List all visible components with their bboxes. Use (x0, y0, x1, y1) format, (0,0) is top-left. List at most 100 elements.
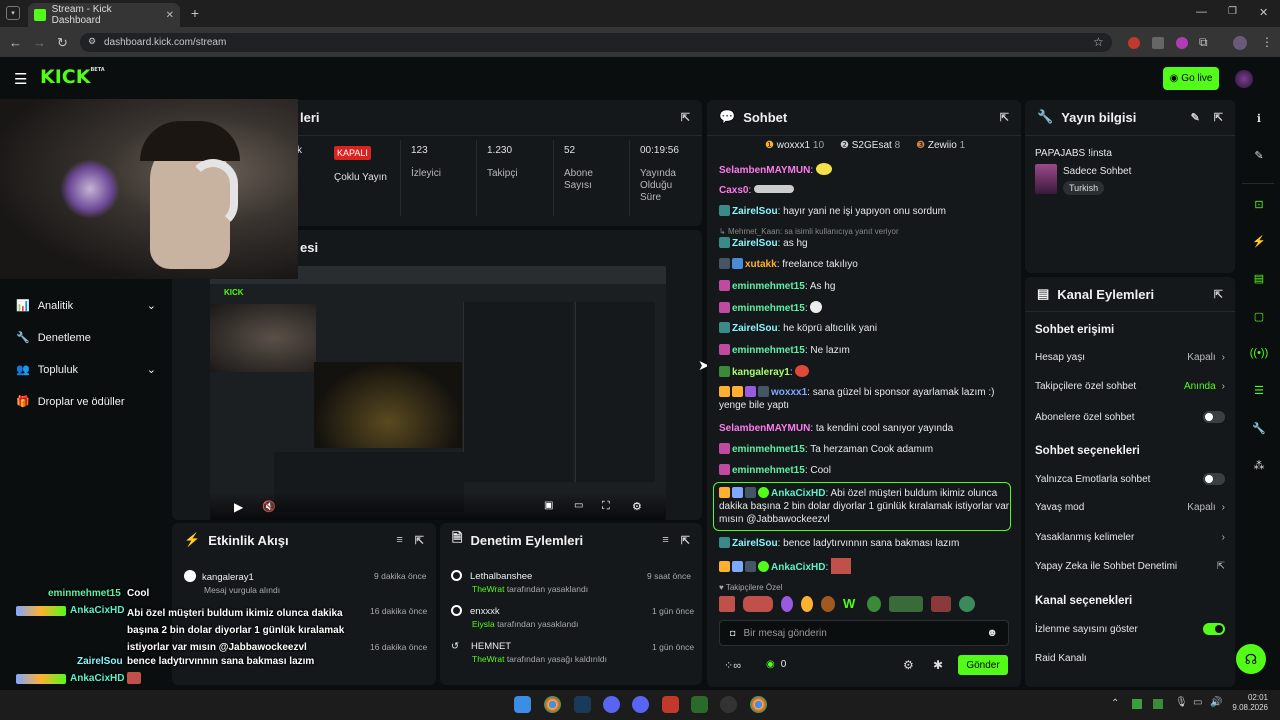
mod-tools-icon[interactable]: ✱ (933, 658, 943, 672)
go-live-button[interactable]: ◉ Go live (1163, 67, 1219, 90)
emote[interactable] (959, 596, 975, 612)
discord-icon[interactable] (603, 696, 620, 713)
chat-message[interactable]: kangaleray1: (719, 365, 810, 379)
emote[interactable] (889, 596, 923, 612)
toggle-switch[interactable] (1203, 623, 1225, 635)
extension-icon[interactable] (1152, 37, 1164, 49)
kick-w-emote[interactable]: W (843, 596, 859, 612)
emote[interactable] (931, 596, 951, 612)
xbox-icon[interactable] (691, 696, 708, 713)
popout-icon[interactable]: ⇱ (1214, 288, 1223, 301)
clock[interactable]: 02:01 9.08.2026 (1232, 693, 1268, 713)
maximize-icon[interactable]: ❐ (1228, 6, 1237, 17)
emote-bar[interactable]: W (719, 596, 1009, 612)
emote[interactable] (719, 596, 735, 612)
theater-mode-icon[interactable]: ▭ (574, 500, 583, 511)
url-input[interactable]: dashboard.kick.com/stream (80, 33, 1112, 52)
channel-points[interactable]: ◉ 0 (766, 659, 786, 670)
apps-icon[interactable]: ⁂ (1250, 456, 1268, 474)
chat-message[interactable]: woxxx1: sana güzel bi sponsor ayarlamak … (719, 386, 1009, 412)
pen-icon[interactable]: ✎ (1250, 146, 1268, 164)
volume-icon[interactable]: 🔊 (1210, 697, 1222, 708)
user-avatar[interactable] (1235, 70, 1253, 88)
profile-avatar[interactable] (1233, 36, 1247, 50)
popout-icon[interactable]: ⇱ (1214, 111, 1223, 124)
setting-banned-words[interactable]: Yasaklanmış kelimeler › (1035, 532, 1225, 543)
hamburger-menu-icon[interactable]: ☰ (14, 70, 27, 88)
setting-slow-mode[interactable]: Yavaş mod Kapalı › (1035, 502, 1225, 513)
extension-icon[interactable] (1128, 37, 1140, 49)
sidebar-item-denetleme[interactable]: 🔧 Denetleme (16, 331, 91, 345)
browser-menu-icon[interactable]: ⋮ (1261, 35, 1273, 49)
chat-message[interactable]: eminmehmet15: Ta herzaman Cook adamım (719, 443, 933, 456)
close-tab-icon[interactable]: ✕ (166, 10, 174, 21)
extensions-puzzle-icon[interactable]: ⧉ (1199, 35, 1208, 50)
gifter[interactable]: ❸ Zewiio 1 (916, 140, 965, 151)
chat-bubble-icon[interactable]: ▢ (1250, 307, 1268, 325)
tray-icon[interactable] (1132, 699, 1142, 709)
setting-subscribers-only[interactable]: Abonelere özel sohbet (1035, 411, 1225, 423)
forward-icon[interactable]: → (33, 35, 46, 50)
extension-icon[interactable] (1176, 37, 1188, 49)
bolt-icon[interactable]: ⚡ (1250, 232, 1268, 250)
list-item[interactable]: kangaleray1 Mesaj vurgula alındı (184, 570, 280, 595)
emote[interactable] (801, 596, 813, 612)
setting-ai-moderation[interactable]: Yapay Zeka ile Sohbet Denetimi ⇱ (1035, 561, 1225, 572)
tab-list-icon[interactable]: ▾ (6, 6, 20, 20)
chat-settings-icon[interactable]: ⚙ (903, 658, 914, 672)
minimize-icon[interactable]: — (1196, 6, 1207, 18)
fullscreen-icon[interactable]: ⛶ (602, 500, 610, 513)
microphone-icon[interactable]: 🎙 (1175, 697, 1188, 708)
popout-icon[interactable]: ⇱ (1000, 111, 1009, 124)
tag-chip[interactable]: Turkish (1063, 181, 1105, 195)
category-name[interactable]: Sadece Sohbet (1063, 166, 1131, 177)
chat-message[interactable]: SelambenMAYMUN: (719, 163, 832, 177)
filter-icon[interactable]: ≡ (662, 534, 668, 547)
new-tab-icon[interactable]: + (188, 5, 202, 21)
chat-message-highlighted[interactable]: AnkaCixHD: Abi özel müşteri buldum ikimi… (719, 487, 1011, 526)
popout-icon[interactable]: ⇱ (681, 111, 690, 124)
broadcast-icon[interactable]: ((•)) (1250, 344, 1269, 362)
settings-gear-icon[interactable]: ⚙ (632, 500, 642, 513)
chat-message[interactable]: ZairelSou: as hg (719, 237, 808, 250)
chat-message[interactable]: eminmehmet15: Ne lazım (719, 344, 850, 357)
pip-icon[interactable]: ▣ (544, 500, 553, 511)
chrome-icon[interactable] (544, 696, 561, 713)
send-button[interactable]: Gönder (958, 655, 1008, 675)
sidebar-item-droplar[interactable]: 🎁 Droplar ve ödüller (16, 395, 125, 409)
tray-chevron-icon[interactable]: ⌃ (1111, 698, 1119, 709)
setting-emote-only[interactable]: Yalnızca Emotlarla sohbet (1035, 473, 1225, 485)
setting-followers-only[interactable]: Takipçilere özel sohbet Anında › (1035, 381, 1225, 392)
layout-icon[interactable]: ☰ (1250, 381, 1268, 399)
play-icon[interactable]: ▶ (234, 500, 243, 514)
gifter[interactable]: ❶ woxxx1 10 (765, 140, 824, 151)
chat-message[interactable]: eminmehmet15: Cool (719, 464, 831, 477)
chat-users-icon[interactable]: ⁘∞ (724, 659, 741, 672)
mute-icon[interactable]: 🔇 (262, 500, 276, 513)
popout-icon[interactable]: ⇱ (681, 534, 690, 547)
edit-icon[interactable]: ✎ (1191, 111, 1200, 124)
back-icon[interactable]: ← (9, 35, 22, 50)
sidebar-item-topluluk[interactable]: 👥 Topluluk ⌄ (16, 363, 156, 377)
chat-input[interactable]: ◘ Bir mesaj gönderin ☻ (719, 620, 1009, 646)
toggle-switch[interactable] (1203, 473, 1225, 485)
emote[interactable] (743, 596, 773, 612)
gifter[interactable]: ❷ S2GEsat 8 (840, 140, 900, 151)
obs-icon[interactable] (720, 696, 737, 713)
chat-message[interactable]: AnkaCixHD: (719, 558, 852, 574)
wrench-icon[interactable]: 🔧 (1250, 419, 1268, 437)
discord-icon[interactable] (632, 696, 649, 713)
emote[interactable] (867, 596, 881, 612)
network-icon[interactable]: ▭ (1193, 697, 1202, 708)
browser-tab[interactable]: Stream - Kick Dashboard ✕ (28, 3, 180, 27)
chat-message[interactable]: ZairelSou: he köprü altıcılık yani (719, 322, 877, 335)
app-icon[interactable] (662, 696, 679, 713)
chrome-icon[interactable] (750, 696, 767, 713)
kick-logo[interactable]: KICKBETA (40, 66, 105, 88)
tray-icon[interactable] (1153, 699, 1163, 709)
chat-message[interactable]: eminmehmet15: (719, 301, 823, 315)
sidebar-item-analitik[interactable]: 📊 Analitik ⌄ (16, 299, 156, 313)
reload-icon[interactable]: ↻ (57, 35, 68, 51)
document-icon[interactable]: ▤ (1250, 269, 1268, 287)
chat-message[interactable]: ZairelSou: hayır yani ne işi yapıyon onu… (719, 205, 946, 218)
